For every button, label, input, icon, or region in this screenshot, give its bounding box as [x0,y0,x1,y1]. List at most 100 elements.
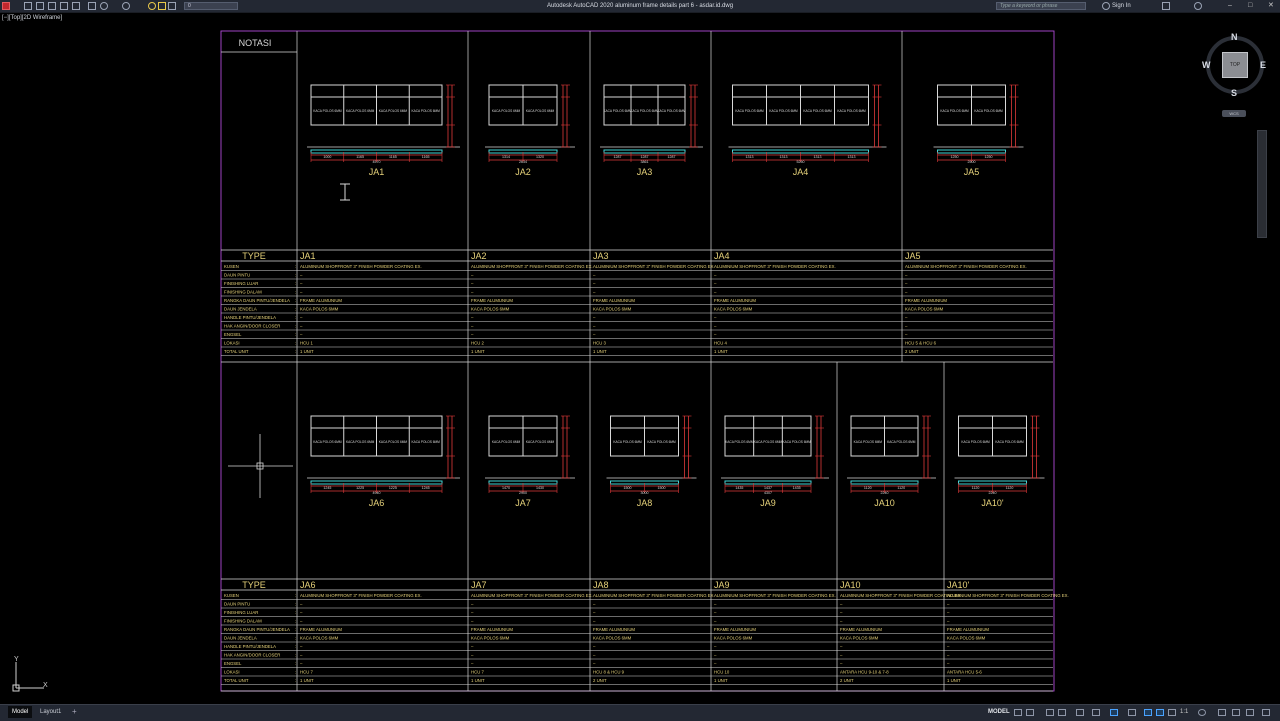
workspace-gear-icon[interactable] [1198,709,1206,716]
add-layout-icon[interactable]: + [72,706,77,718]
glass-label: KACA POLOS 6MM [854,440,883,444]
hardware-accel-icon[interactable] [1246,709,1254,716]
glass-label: KACA POLOS 6MM [725,440,754,444]
transparency-icon[interactable] [1128,709,1136,716]
cell-value: – [905,273,908,278]
cell-value: – [471,332,474,337]
customization-icon[interactable] [1262,709,1270,716]
row-colon: : [295,273,296,278]
cell-value: HCU 7 [300,670,314,675]
glass-label: KACA POLOS 6MM [782,440,811,444]
type-tag: JA3 [637,167,653,177]
row-colon: : [295,593,296,598]
isolate-icon[interactable] [1232,709,1240,716]
total-dimension-text: 2634 [519,160,527,164]
viewcube[interactable]: TOP N S E W [1202,32,1268,98]
cell-value: KACA POLOS 6MM [593,636,632,641]
cell-value: – [905,324,908,329]
navigation-bar[interactable] [1257,130,1267,238]
viewcube-top-face[interactable]: TOP [1222,52,1248,78]
plan-frame [603,149,686,154]
cell-value: – [593,281,596,286]
glass-label: KACA POLOS 6MM [603,109,632,113]
total-dimension-text: 2900 [519,491,527,495]
cell-value: 1 UNIT [947,678,961,683]
total-dimension-text: 4940 [373,491,381,495]
cell-value: FRAME ALUMUNIUM [471,298,513,303]
cell-value: – [714,644,717,649]
row-colon: : [295,341,296,346]
cell-value: – [714,273,717,278]
compass-south[interactable]: S [1231,88,1237,98]
tab-layout1[interactable]: Layout1 [36,706,65,718]
total-dimension-text: 3000 [641,491,649,495]
cell-value: ALUMINIUM SHOPFRONT 3" FINISH POWDER COA… [905,264,1027,269]
type-tag: JA8 [637,498,653,508]
cell-value: – [300,281,303,286]
osnap-icon[interactable] [1092,709,1100,716]
auto-scale-icon[interactable] [1156,709,1164,716]
glass-label: KACA POLOS 6MM [940,109,969,113]
compass-north[interactable]: N [1231,32,1238,42]
dimension-text: 1165 [389,155,397,159]
total-dimension-text: 2240 [989,491,997,495]
compass-west[interactable]: W [1202,60,1211,70]
glass-label: KACA POLOS 6MM [995,440,1024,444]
dimension-text: 1470 [502,486,510,490]
row-colon: : [295,281,296,286]
type-name: JA4 [714,251,730,261]
wcs-menu[interactable]: WCS [1222,110,1246,117]
type-name: JA5 [905,251,921,261]
dimension-text: 1435 [793,486,801,490]
glass-label: KACA POLOS 6MM [769,109,798,113]
type-tag: JA2 [515,167,531,177]
cell-value: – [947,602,950,607]
row-colon: : [295,332,296,337]
row-colon: : [295,670,296,675]
annomonitor-icon[interactable] [1218,709,1226,716]
cell-value: 2 UNIT [593,678,607,683]
dimension-text: 1120 [897,486,905,490]
row-colon: : [295,315,296,320]
cell-value: – [840,644,843,649]
type-name: JA6 [300,580,316,590]
annotation-scale-icon[interactable] [1168,709,1176,716]
snap-icon[interactable] [1026,709,1034,716]
cell-value: – [300,644,303,649]
cell-value: – [471,281,474,286]
tab-model[interactable]: Model [8,706,33,718]
row-colon: : [295,619,296,624]
row-label: FINISHING DALAM [224,619,262,624]
annotation-visibility-icon[interactable] [1144,709,1152,716]
drawing-canvas[interactable]: NOTASITYPEKUSEN:DAUN PINTU:FINISHING LUA… [0,0,1280,720]
row-label: RANGKA DAUN PINTU/JENDELA [224,627,290,632]
glass-label: KACA POLOS 6MM [961,440,990,444]
isodraft-icon[interactable] [1076,709,1084,716]
cell-value: 2 UNIT [905,349,919,354]
cell-value: – [840,602,843,607]
cell-value: – [300,619,303,624]
polar-icon[interactable] [1058,709,1066,716]
model-space-toggle[interactable]: MODEL [988,706,1010,718]
annotation-scale[interactable]: 1:1 [1180,706,1188,718]
glass-label: KACA POLOS 6MM [837,109,866,113]
cell-value: ALUMINIUM SHOPFRONT 3" FINISH POWDER COA… [593,264,715,269]
total-dimension-text: 2500 [968,160,976,164]
cell-value: – [471,619,474,624]
cell-value: – [714,315,717,320]
type-name: JA3 [593,251,609,261]
type-name: JA8 [593,580,609,590]
ucs-x-label: X [43,682,48,689]
dimension-text: 1120 [864,486,872,490]
grid-icon[interactable] [1014,709,1022,716]
cell-value: – [714,281,717,286]
compass-east[interactable]: E [1260,60,1266,70]
status-bar: Model Layout1 + MODEL 1:1 [0,704,1280,721]
cell-value: FRAME ALUMUNIUM [714,627,756,632]
cell-value: – [593,653,596,658]
dimension-text: 1287 [668,155,676,159]
cell-value: HCU 1 [300,341,314,346]
cell-value: 1 UNIT [471,349,485,354]
ortho-icon[interactable] [1046,709,1054,716]
lineweight-icon[interactable] [1110,709,1118,716]
